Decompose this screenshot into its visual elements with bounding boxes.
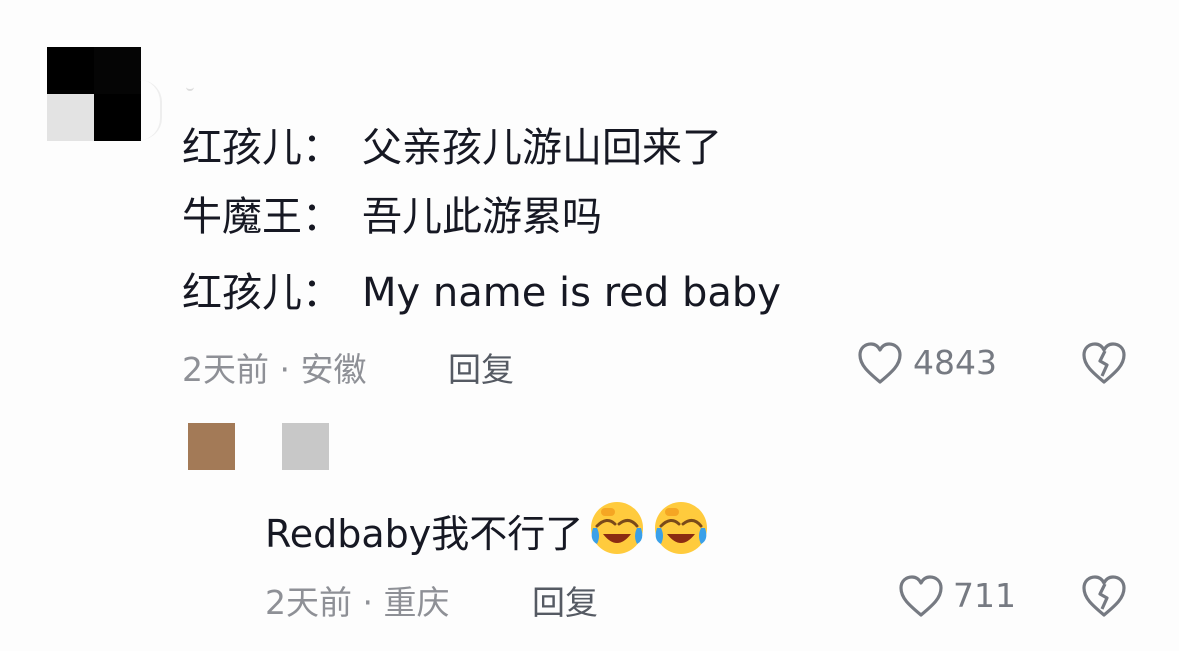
laughing-crying-emoji-icon [651, 498, 711, 569]
speaker-label: 红孩儿： [182, 125, 342, 171]
comment-line-1: 红孩儿： 父亲孩儿游山回来了 [182, 124, 722, 172]
heart-outline-icon[interactable] [897, 573, 945, 619]
username-placeholder [186, 83, 194, 91]
line-text: My name is red baby [362, 270, 781, 316]
broken-heart-icon[interactable] [1080, 573, 1128, 619]
reply-to-avatar[interactable] [282, 423, 329, 470]
like-count: 4843 [913, 343, 997, 382]
comment-line-2: 牛魔王： 吾儿此游累吗 [182, 193, 602, 241]
commenter-avatar[interactable] [47, 47, 141, 141]
reply-button[interactable]: 回复 [532, 576, 598, 624]
reply-content: Redbaby我不行了 [265, 498, 711, 569]
reply-meta: 2天前 · 重庆 [265, 583, 450, 622]
line-text: 吾儿此游累吗 [362, 194, 602, 240]
reply-avatar[interactable] [188, 423, 235, 470]
speaker-label: 红孩儿： [182, 270, 342, 316]
like-count: 711 [953, 576, 1016, 615]
heart-outline-icon[interactable] [856, 340, 904, 386]
laughing-crying-emoji-icon [587, 498, 647, 569]
avatar-ring-decoration [140, 80, 162, 140]
broken-heart-icon[interactable] [1080, 340, 1128, 386]
reply-text: Redbaby我不行了 [265, 511, 584, 556]
comment-line-3: 红孩儿： My name is red baby [182, 269, 781, 317]
speaker-label: 牛魔王： [182, 194, 342, 240]
reply-button[interactable]: 回复 [448, 343, 514, 391]
comment-meta: 2天前 · 安徽 [182, 350, 367, 389]
line-text: 父亲孩儿游山回来了 [362, 125, 722, 171]
